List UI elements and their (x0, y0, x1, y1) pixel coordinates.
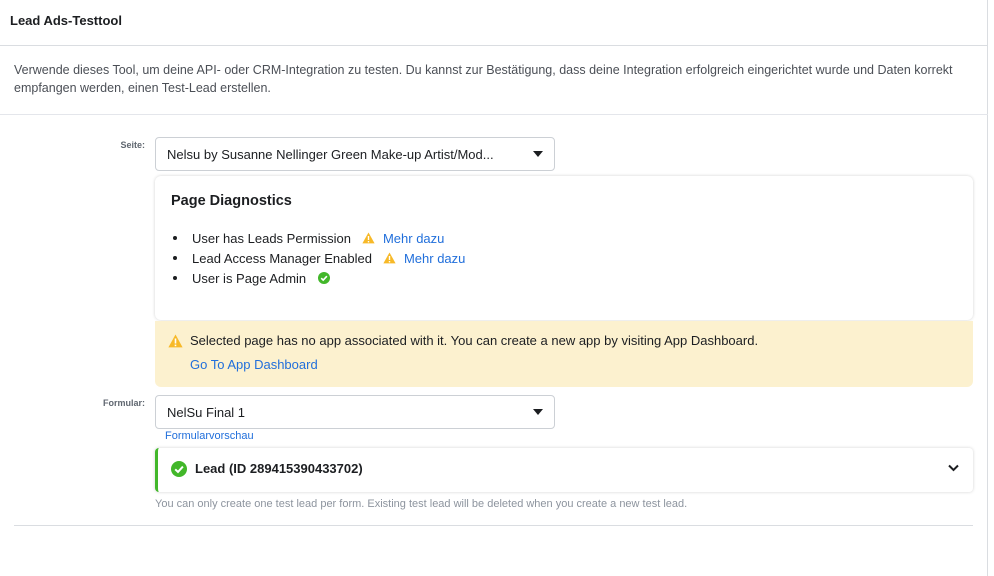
diagnostic-label: Lead Access Manager Enabled (192, 250, 372, 266)
mehr-dazu-link[interactable]: Mehr dazu (383, 231, 444, 246)
page-diagnostics-card: Page Diagnostics User has Leads Permissi… (155, 176, 973, 320)
list-item: User is Page Admin (171, 268, 465, 288)
go-to-app-dashboard-link[interactable]: Go To App Dashboard (190, 357, 318, 372)
diagnostics-title: Page Diagnostics (171, 193, 292, 209)
notice-text: Selected page has no app associated with… (190, 333, 759, 348)
diagnostic-label: User is Page Admin (192, 270, 307, 286)
warning-icon (383, 252, 396, 264)
divider (14, 525, 973, 526)
lead-row[interactable]: Lead (ID 289415390433702) (155, 448, 973, 492)
mehr-dazu-link[interactable]: Mehr dazu (404, 251, 465, 266)
chevron-down-icon[interactable] (948, 464, 959, 472)
divider (0, 114, 988, 115)
test-lead-footnote: You can only create one test lead per fo… (155, 498, 688, 510)
form-field-label: Formular: (102, 398, 145, 408)
page-title: Lead Ads-Testtool (10, 13, 122, 28)
panel-header: Lead Ads-Testtool (0, 0, 987, 46)
page-field-label: Seite: (120, 140, 145, 150)
list-item: User has Leads Permission Mehr dazu (171, 228, 465, 248)
bullet (173, 276, 177, 280)
bullet (173, 256, 177, 260)
bullet (173, 236, 177, 240)
form-preview-link[interactable]: Formularvorschau (165, 430, 254, 442)
page-select-value: Nelsu by Susanne Nellinger Green Make-up… (167, 146, 494, 162)
check-circle-icon (171, 461, 187, 477)
diagnostics-list: User has Leads Permission Mehr dazu Lead… (171, 228, 465, 288)
intro-text: Verwende dieses Tool, um deine API- oder… (14, 63, 953, 95)
caret-down-icon (533, 151, 543, 157)
form-select-value: NelSu Final 1 (167, 404, 246, 420)
caret-down-icon (533, 409, 543, 415)
page-select[interactable]: Nelsu by Susanne Nellinger Green Make-up… (155, 137, 555, 171)
list-item: Lead Access Manager Enabled Mehr dazu (171, 248, 465, 268)
warning-icon (362, 232, 375, 244)
diagnostic-label: User has Leads Permission (192, 230, 351, 246)
no-app-notice: Selected page has no app associated with… (155, 321, 973, 387)
lead-ads-testtool-panel: Lead Ads-Testtool Verwende dieses Tool, … (0, 0, 988, 576)
check-circle-icon (318, 272, 331, 284)
lead-label: Lead (ID 289415390433702) (195, 461, 363, 476)
form-select[interactable]: NelSu Final 1 (155, 395, 555, 429)
warning-icon (168, 334, 183, 348)
